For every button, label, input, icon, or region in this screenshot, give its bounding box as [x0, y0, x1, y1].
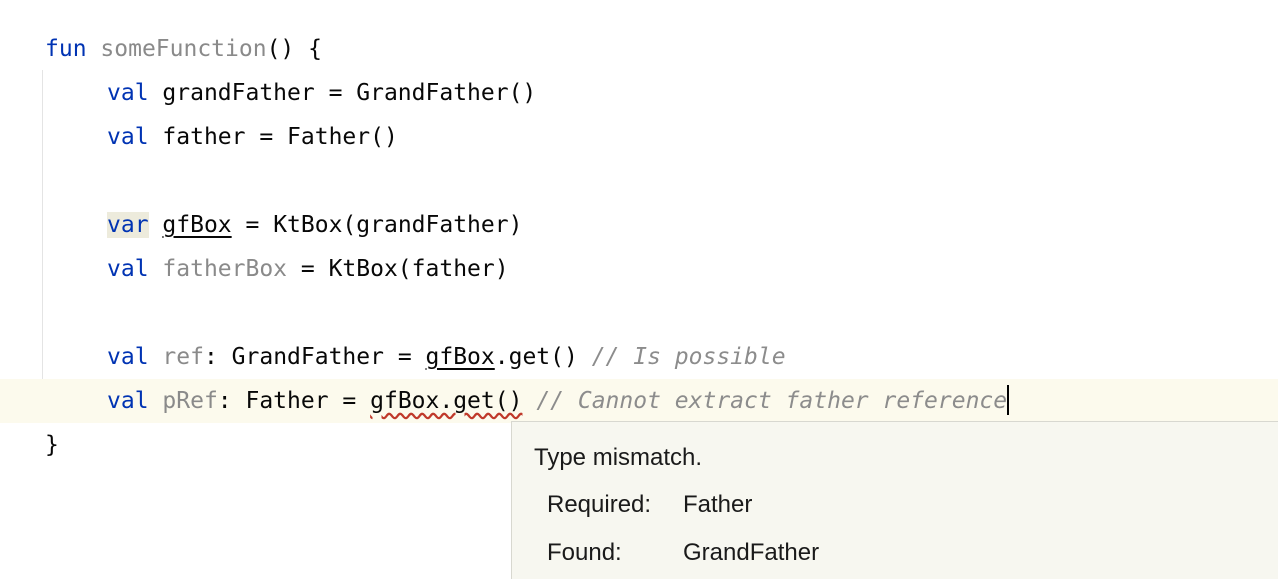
type-mismatch-error-expression[interactable]: gfBox.get(): [370, 388, 522, 414]
function-name: someFunction: [100, 36, 267, 62]
tooltip-found-row: Found: GrandFather: [547, 539, 819, 567]
code-line-9-current[interactable]: val pRef: Father = gfBox.get() // Cannot…: [0, 379, 1278, 423]
found-type: GrandFather: [683, 539, 820, 566]
found-label: Found:: [547, 539, 622, 566]
closing-brace: }: [45, 432, 59, 458]
tooltip-title: Type mismatch.: [534, 444, 703, 471]
function-params: () {: [266, 36, 322, 62]
keyword-var: var: [107, 212, 149, 238]
keyword-val: val: [107, 80, 149, 106]
unused-variable-fatherbox[interactable]: fatherBox: [162, 256, 287, 282]
keyword-val: val: [107, 388, 149, 414]
code-line-8[interactable]: val ref: GrandFather = gfBox.get() // Is…: [0, 335, 1278, 379]
code-line-2[interactable]: val grandFather = GrandFather(): [0, 71, 1278, 115]
required-label: Required:: [547, 491, 652, 518]
variable-gfbox[interactable]: gfBox: [162, 212, 231, 238]
code-line-5[interactable]: var gfBox = KtBox(grandFather): [0, 203, 1278, 247]
text-caret: [1007, 384, 1010, 415]
keyword-val: val: [107, 124, 149, 150]
required-type: Father: [683, 491, 753, 518]
code-text: : GrandFather =: [203, 344, 426, 370]
code-text: = KtBox(grandFather): [231, 212, 523, 238]
code-text: father = Father(): [162, 124, 398, 150]
code-text: = KtBox(father): [287, 256, 509, 282]
code-comment: // Is possible: [591, 344, 786, 370]
unused-variable-pref[interactable]: pRef: [162, 388, 217, 414]
code-text: .get(): [494, 344, 592, 370]
code-editor[interactable]: fun someFunction() { val grandFather = G…: [0, 0, 1278, 579]
code-line-6[interactable]: val fatherBox = KtBox(father): [0, 247, 1278, 291]
error-tooltip[interactable]: Type mismatch. Required: Father Found: Gra…: [511, 421, 1278, 579]
code-line-1[interactable]: fun someFunction() {: [0, 27, 1278, 71]
tooltip-required-row: Required: Father: [547, 491, 752, 519]
keyword-val: val: [107, 256, 149, 282]
keyword-fun: fun: [45, 36, 87, 62]
code-text: : Father =: [217, 388, 371, 414]
variable-gfbox-ref[interactable]: gfBox: [426, 344, 495, 370]
code-line-3[interactable]: val father = Father(): [0, 115, 1278, 159]
code-comment: // Cannot extract father reference: [536, 388, 1008, 414]
unused-variable-ref[interactable]: ref: [162, 344, 204, 370]
code-text: grandFather = GrandFather(): [162, 80, 537, 106]
keyword-val: val: [107, 344, 149, 370]
